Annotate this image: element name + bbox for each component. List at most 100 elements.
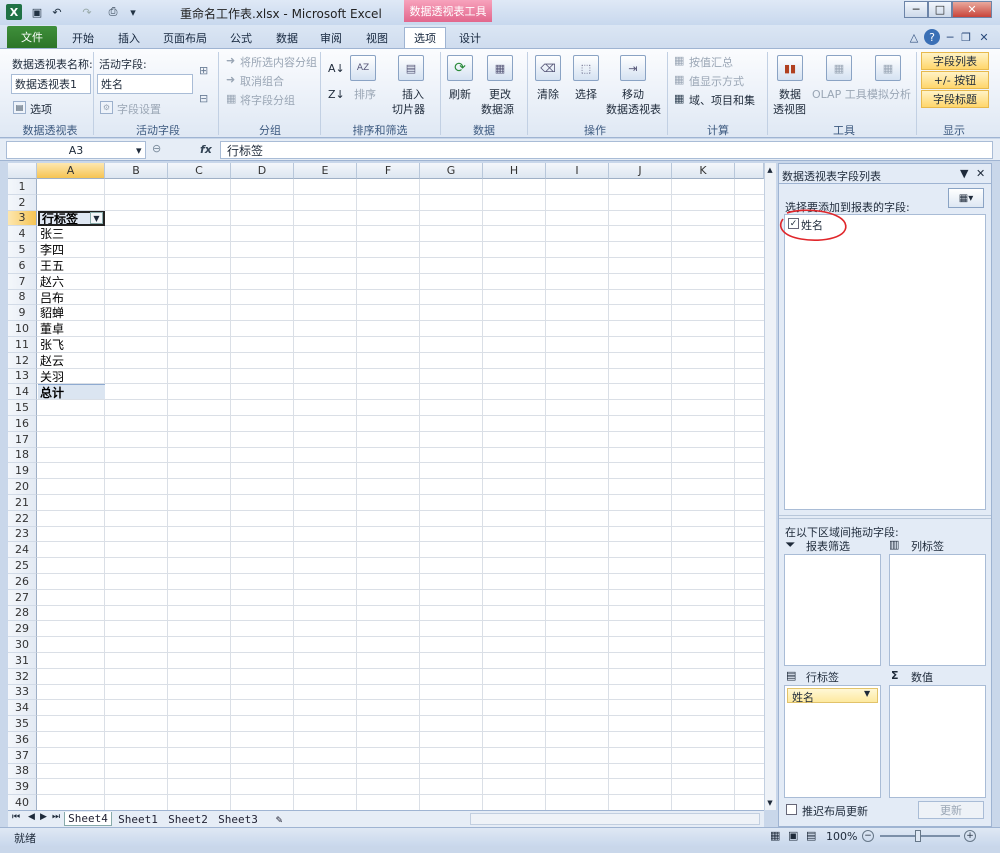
- tab-data[interactable]: 数据: [268, 27, 306, 48]
- sheet-tab-active[interactable]: Sheet4: [64, 812, 112, 826]
- row-header[interactable]: 8: [8, 289, 37, 306]
- zoom-out-icon[interactable]: −: [862, 830, 874, 842]
- expand-field-icon[interactable]: ⊞: [199, 64, 208, 77]
- pivot-item[interactable]: 赵六: [38, 274, 105, 289]
- redo-icon[interactable]: ↷: [80, 5, 94, 19]
- pivot-item[interactable]: 张飞: [38, 337, 105, 352]
- field-list-layout-button[interactable]: ▦▾: [948, 188, 984, 208]
- sort-icon[interactable]: AZ: [350, 55, 376, 81]
- whatif-icon[interactable]: ▦: [875, 55, 901, 81]
- row-header[interactable]: 22: [8, 510, 37, 527]
- row-label-filter-dropdown-icon[interactable]: ▼: [90, 212, 103, 224]
- sort-za-icon[interactable]: Z↓: [328, 88, 345, 101]
- row-header[interactable]: 5: [8, 242, 37, 258]
- fields-items-button[interactable]: 域、项目和集: [689, 92, 755, 108]
- pane-options-dropdown-icon[interactable]: ▼: [960, 167, 968, 180]
- group-field-button[interactable]: 将字段分组: [240, 92, 295, 108]
- pivot-item[interactable]: 关羽: [38, 369, 105, 384]
- column-header[interactable]: E: [294, 163, 357, 179]
- row-header[interactable]: 38: [8, 763, 37, 780]
- zoom-slider-thumb[interactable]: [915, 830, 921, 842]
- pivot-item[interactable]: 吕布: [38, 290, 105, 305]
- row-header[interactable]: 36: [8, 732, 37, 748]
- row-field-item-dropdown-icon[interactable]: ▼: [864, 689, 870, 698]
- change-source-label-1[interactable]: 更改: [489, 86, 511, 102]
- whatif-button-label[interactable]: 模拟分析: [867, 86, 911, 102]
- update-button[interactable]: 更新: [918, 801, 984, 819]
- column-header[interactable]: F: [357, 163, 420, 179]
- insert-sheet-icon[interactable]: ✎: [268, 812, 290, 826]
- fx-icon[interactable]: fx: [200, 143, 212, 156]
- select-icon[interactable]: ⬚: [573, 55, 599, 81]
- row-header[interactable]: 10: [8, 321, 37, 337]
- row-header[interactable]: 39: [8, 779, 37, 796]
- column-labels-dropzone[interactable]: [889, 554, 986, 666]
- tab-page-layout[interactable]: 页面布局: [156, 27, 214, 48]
- column-header[interactable]: H: [483, 163, 546, 179]
- pivotchart-icon[interactable]: ▮▮: [777, 55, 803, 81]
- zoom-in-icon[interactable]: +: [964, 830, 976, 842]
- row-header[interactable]: 15: [8, 400, 37, 416]
- column-header[interactable]: B: [105, 163, 168, 179]
- row-header[interactable]: 14: [8, 384, 37, 401]
- column-header[interactable]: K: [672, 163, 735, 179]
- customize-qat-icon[interactable]: ▾: [126, 5, 140, 19]
- show-values-button[interactable]: 值显示方式: [689, 73, 744, 89]
- row-header[interactable]: 35: [8, 716, 37, 732]
- row-header[interactable]: 12: [8, 352, 37, 369]
- olap-icon[interactable]: ▦: [826, 55, 852, 81]
- insert-slicer-label-1[interactable]: 插入: [402, 86, 424, 102]
- select-button-label[interactable]: 选择: [575, 86, 597, 102]
- plus-minus-buttons-toggle[interactable]: +/- 按钮: [921, 71, 989, 89]
- column-header[interactable]: A: [37, 163, 105, 179]
- row-header[interactable]: 23: [8, 526, 37, 543]
- row-header[interactable]: 24: [8, 542, 37, 559]
- sheet-nav-next-icon[interactable]: ▶: [40, 812, 47, 822]
- row-header[interactable]: 37: [8, 747, 37, 764]
- sheet-nav-prev-icon[interactable]: ◀: [28, 812, 35, 822]
- page-layout-view-icon[interactable]: ▣: [788, 829, 798, 842]
- row-header[interactable]: 11: [8, 337, 37, 353]
- move-pivot-label-2[interactable]: 数据透视表: [606, 101, 661, 117]
- olap-button-label[interactable]: OLAP 工具: [812, 86, 867, 102]
- move-pivot-label-1[interactable]: 移动: [622, 86, 644, 102]
- pivot-item[interactable]: 董卓: [38, 321, 105, 336]
- minimize-button[interactable]: ─: [904, 1, 928, 18]
- pane-splitter[interactable]: [779, 515, 991, 519]
- row-header[interactable]: 17: [8, 431, 37, 448]
- doc-minimize-icon[interactable]: ─: [942, 29, 958, 45]
- collapse-field-icon[interactable]: ⊟: [199, 92, 208, 105]
- row-header[interactable]: 28: [8, 605, 37, 622]
- ungroup-button[interactable]: 取消组合: [240, 73, 284, 89]
- insert-slicer-label-2[interactable]: 切片器: [392, 101, 425, 117]
- pivot-item[interactable]: 李四: [38, 242, 105, 257]
- pivot-item[interactable]: 赵云: [38, 353, 105, 368]
- change-source-label-2[interactable]: 数据源: [481, 101, 514, 117]
- pivot-grand-total[interactable]: 总计: [38, 384, 105, 400]
- doc-restore-icon[interactable]: ❐: [958, 29, 974, 45]
- clear-icon[interactable]: ⌫: [535, 55, 561, 81]
- sheet-nav-first-icon[interactable]: ⏮: [12, 812, 20, 822]
- pane-close-icon[interactable]: ✕: [976, 167, 985, 180]
- row-field-item-label[interactable]: 姓名: [792, 689, 814, 705]
- maximize-button[interactable]: □: [928, 1, 952, 18]
- active-field-input[interactable]: 姓名: [97, 74, 193, 94]
- tab-formulas[interactable]: 公式: [222, 27, 260, 48]
- row-header[interactable]: 2: [8, 194, 37, 211]
- scroll-down-icon[interactable]: ▼: [765, 798, 775, 808]
- group-selection-button[interactable]: 将所选内容分组: [240, 54, 317, 70]
- row-header[interactable]: 40: [8, 795, 37, 810]
- row-header[interactable]: 19: [8, 463, 37, 480]
- sheet-tab[interactable]: Sheet2: [164, 812, 212, 826]
- summarize-by-button[interactable]: 按值汇总: [689, 54, 733, 70]
- tab-review[interactable]: 审阅: [312, 27, 350, 48]
- sheet-tab[interactable]: Sheet3: [214, 812, 262, 826]
- vertical-scrollbar[interactable]: [764, 163, 776, 810]
- move-pivot-icon[interactable]: ⇥: [620, 55, 646, 81]
- row-header[interactable]: 3: [8, 210, 37, 227]
- row-header[interactable]: 30: [8, 637, 37, 653]
- worksheet-grid[interactable]: A B C D E F G H I J K 1 2 3 4 5 6 7 8 9 10 11 12 13 1…: [8, 163, 764, 810]
- slicer-icon[interactable]: ▤: [398, 55, 424, 81]
- clear-button-label[interactable]: 清除: [537, 86, 559, 102]
- row-header[interactable]: 7: [8, 273, 37, 290]
